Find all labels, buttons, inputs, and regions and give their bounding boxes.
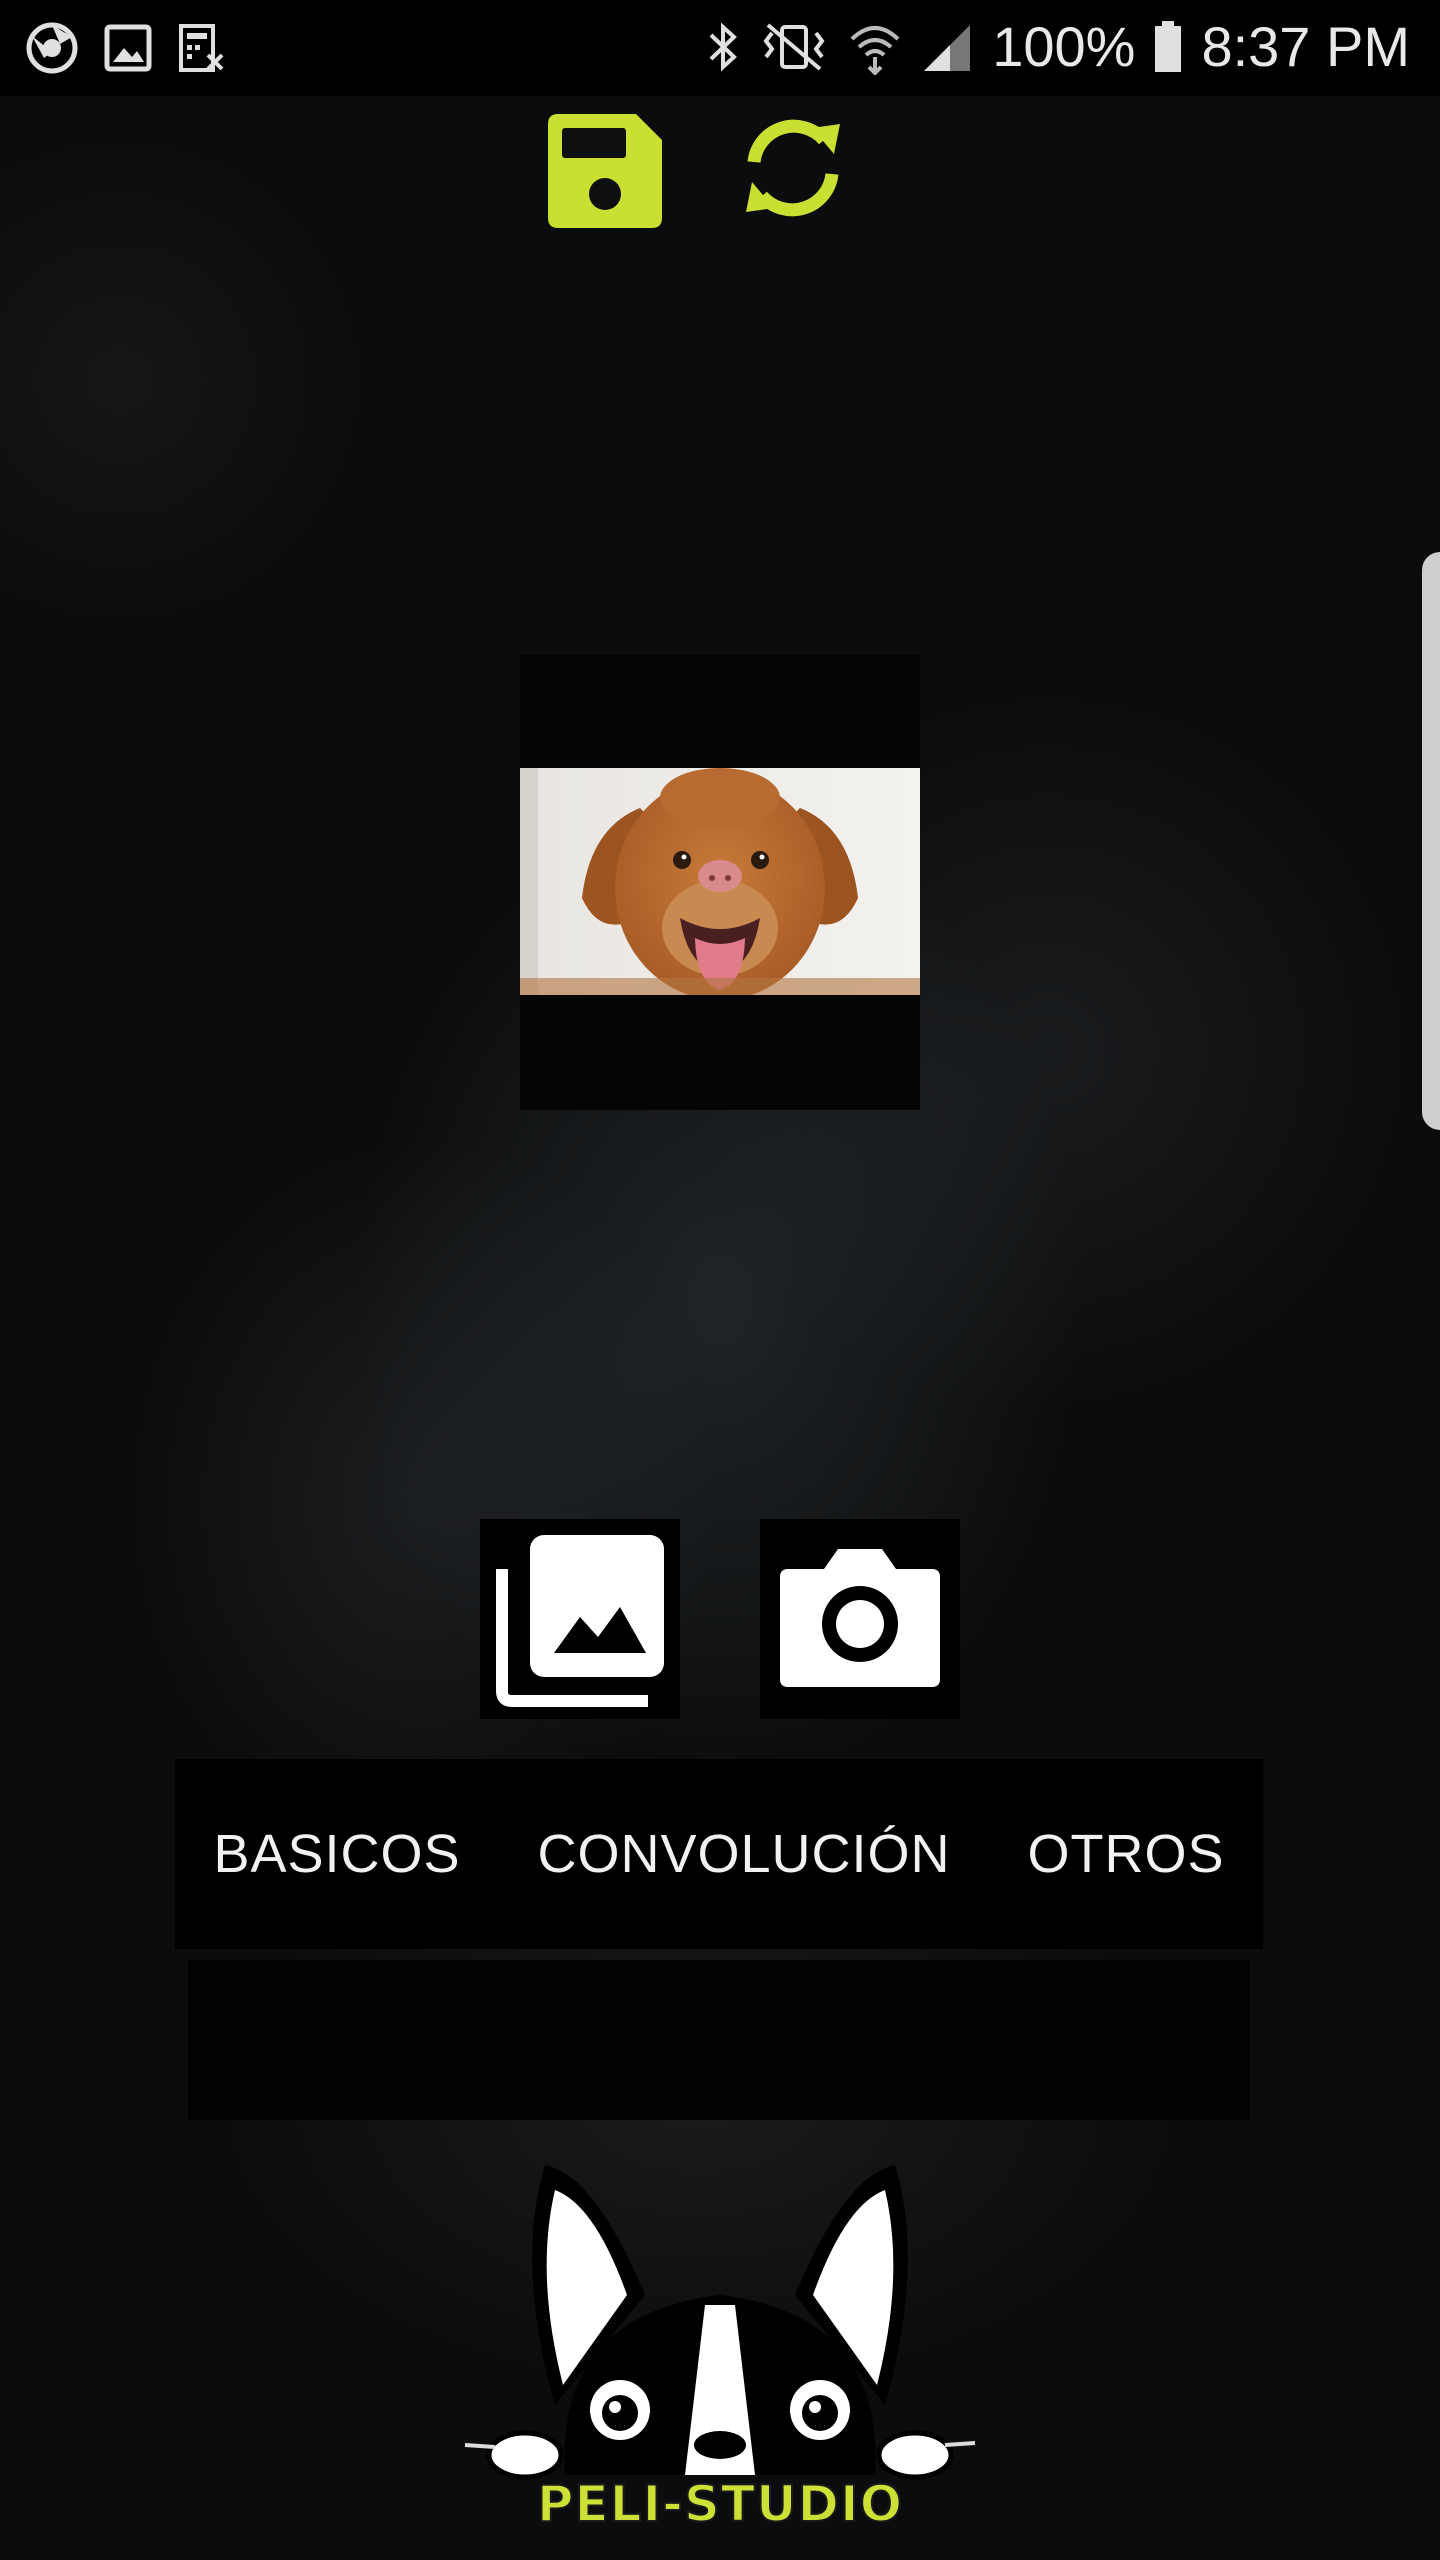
status-right-icons: 100% 8:37 PM — [706, 14, 1410, 79]
floppy-save-icon — [548, 114, 662, 228]
clock: 8:37 PM — [1201, 15, 1410, 78]
gallery-button[interactable] — [480, 1519, 680, 1719]
camera-icon — [780, 1549, 940, 1687]
edge-panel-handle[interactable] — [1422, 552, 1440, 1130]
dog-logo-icon — [464, 2165, 976, 2480]
battery-icon — [1155, 20, 1182, 72]
logo-text: PELI-STUDIO — [536, 2474, 904, 2534]
battery-percent: 100% — [992, 15, 1136, 78]
refresh-button[interactable] — [724, 112, 862, 224]
bluetooth-icon — [709, 21, 738, 72]
filter-tabs: BASICOS CONVOLUCIÓN OTROS — [175, 1759, 1263, 1949]
filter-options-panel[interactable] — [188, 1960, 1250, 2120]
tab-convolucion[interactable]: CONVOLUCIÓN — [530, 1813, 959, 1895]
chrome-icon — [26, 22, 78, 74]
calculator-icon — [179, 24, 224, 72]
vibrate-icon — [763, 22, 825, 71]
tab-otros[interactable]: OTROS — [1020, 1813, 1233, 1895]
signal-icon — [924, 24, 971, 71]
image-preview — [520, 655, 920, 1110]
camera-button[interactable] — [760, 1519, 960, 1719]
wifi-icon — [850, 25, 900, 75]
status-bar: 100% 8:37 PM — [0, 0, 1440, 96]
save-button[interactable] — [548, 114, 662, 228]
sync-icon — [746, 119, 840, 217]
gallery-icon — [496, 1535, 664, 1707]
peli-studio-logo: PELI-STUDIO — [455, 2145, 985, 2545]
tab-basicos[interactable]: BASICOS — [205, 1813, 468, 1895]
dog-photo — [520, 768, 920, 995]
status-left-icons — [26, 22, 224, 74]
image-notification-icon — [104, 24, 152, 72]
